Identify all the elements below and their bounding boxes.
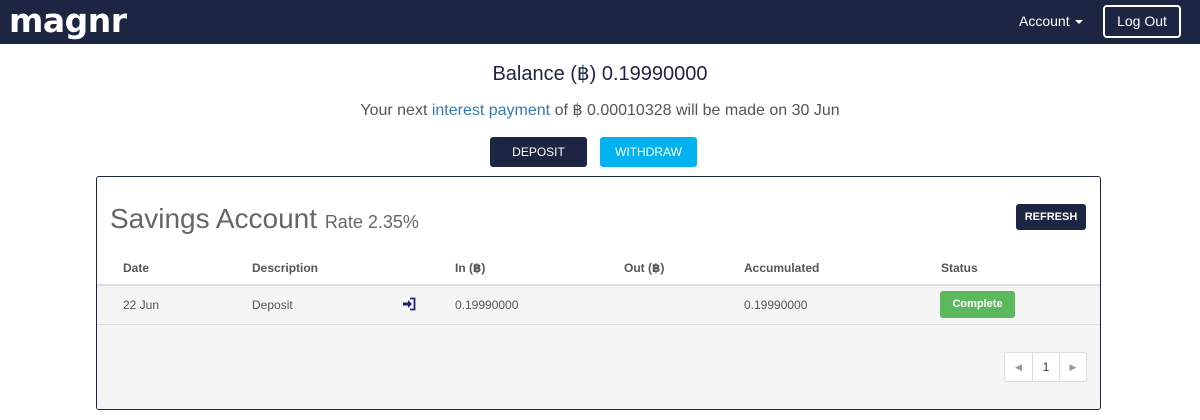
savings-account-panel: Savings Account Rate 2.35% REFRESH Date … <box>96 176 1101 410</box>
logo[interactable]: magnr <box>9 1 127 41</box>
refresh-button[interactable]: REFRESH <box>1016 204 1086 230</box>
status-badge: Complete <box>940 291 1015 318</box>
column-header-status: Status <box>941 261 978 275</box>
column-header-date: Date <box>123 261 150 275</box>
cell-description: Deposit <box>252 298 293 312</box>
pagination: ◀ 1 ▶ <box>1004 352 1087 382</box>
interest-payment-link[interactable]: interest payment <box>432 102 550 119</box>
column-header-out: Out (฿) <box>624 261 665 275</box>
panel-title: Savings Account Rate 2.35% <box>110 202 419 239</box>
navbar: magnr Account Log Out <box>0 0 1200 44</box>
column-header-in: In (฿) <box>455 261 486 275</box>
account-name: Savings Account <box>110 203 318 234</box>
column-header-description: Description <box>252 261 319 275</box>
cell-accumulated: 0.19990000 <box>744 298 808 312</box>
account-label: Account <box>1019 13 1070 29</box>
balance-heading: Balance (฿) 0.19990000 <box>492 63 708 85</box>
account-rate: Rate 2.35% <box>324 212 419 232</box>
interest-message: Your next interest payment of ฿ 0.000103… <box>0 100 1200 122</box>
cell-date: 22 Jun <box>123 298 160 312</box>
interest-prefix: Your next <box>360 102 432 119</box>
row-divider <box>97 324 1100 325</box>
account-dropdown[interactable]: Account <box>1019 0 1083 44</box>
cell-in: 0.19990000 <box>455 298 519 312</box>
logout-button[interactable]: Log Out <box>1103 5 1181 38</box>
header-divider <box>97 284 1100 286</box>
caret-down-icon <box>1074 20 1083 25</box>
deposit-button[interactable]: DEPOSIT <box>490 137 587 167</box>
interest-suffix: of ฿ 0.00010328 will be made on 30 Jun <box>550 102 840 119</box>
column-header-accumulated: Accumulated <box>744 261 820 275</box>
pagination-next-button[interactable]: ▶ <box>1059 353 1086 381</box>
withdraw-button[interactable]: WITHDRAW <box>600 137 697 167</box>
pagination-page-1[interactable]: 1 <box>1032 353 1059 381</box>
pagination-prev-button[interactable]: ◀ <box>1005 353 1032 381</box>
sign-in-icon <box>403 297 416 311</box>
